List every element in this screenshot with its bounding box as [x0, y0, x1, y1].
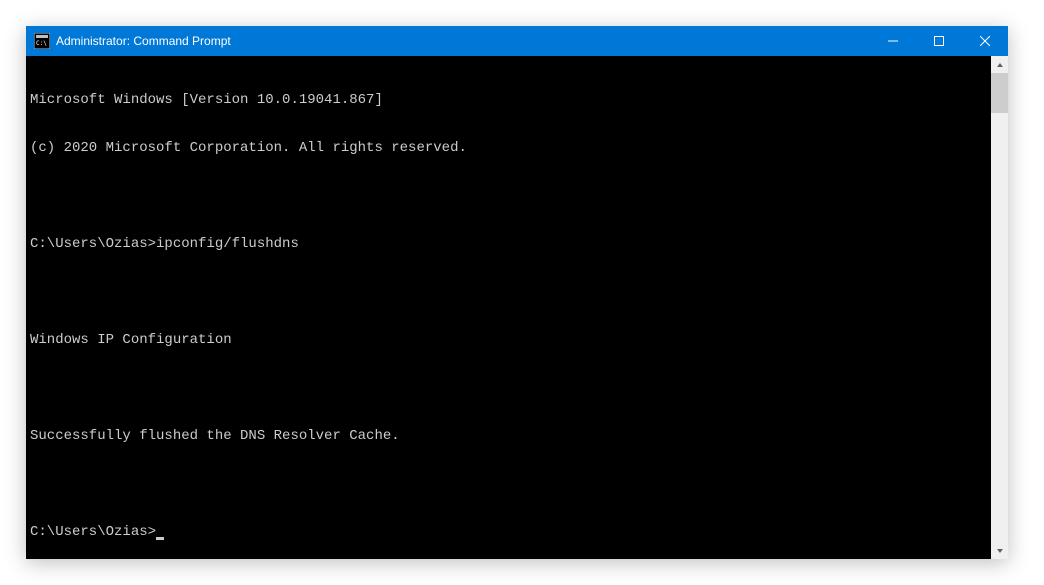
terminal-line: Successfully flushed the DNS Resolver Ca… [30, 428, 987, 444]
window-controls [870, 26, 1008, 56]
scrollbar-thumb[interactable] [991, 73, 1008, 113]
app-icon: C:\ [34, 33, 50, 49]
terminal-content[interactable]: Microsoft Windows [Version 10.0.19041.86… [26, 56, 991, 559]
terminal-body: Microsoft Windows [Version 10.0.19041.86… [26, 56, 1008, 559]
svg-text:C:\: C:\ [36, 40, 47, 47]
close-button[interactable] [962, 26, 1008, 56]
terminal-line: Microsoft Windows [Version 10.0.19041.86… [30, 92, 987, 108]
terminal-line: Windows IP Configuration [30, 332, 987, 348]
prompt-text: C:\Users\Ozias> [30, 524, 156, 540]
terminal-line: (c) 2020 Microsoft Corporation. All righ… [30, 140, 987, 156]
command-prompt-window: C:\ Administrator: Command Prompt [26, 26, 1008, 559]
terminal-line [30, 284, 987, 300]
cursor [156, 537, 164, 540]
terminal-line [30, 476, 987, 492]
terminal-line [30, 380, 987, 396]
scrollbar-down-button[interactable] [991, 542, 1008, 559]
scrollbar-up-button[interactable] [991, 56, 1008, 73]
minimize-button[interactable] [870, 26, 916, 56]
terminal-line [30, 188, 987, 204]
terminal-prompt-line: C:\Users\Ozias> [30, 524, 987, 540]
terminal-line: C:\Users\Ozias>ipconfig/flushdns [30, 236, 987, 252]
scrollbar-track[interactable] [991, 73, 1008, 542]
titlebar[interactable]: C:\ Administrator: Command Prompt [26, 26, 1008, 56]
scrollbar[interactable] [991, 56, 1008, 559]
window-title: Administrator: Command Prompt [56, 34, 870, 48]
maximize-button[interactable] [916, 26, 962, 56]
